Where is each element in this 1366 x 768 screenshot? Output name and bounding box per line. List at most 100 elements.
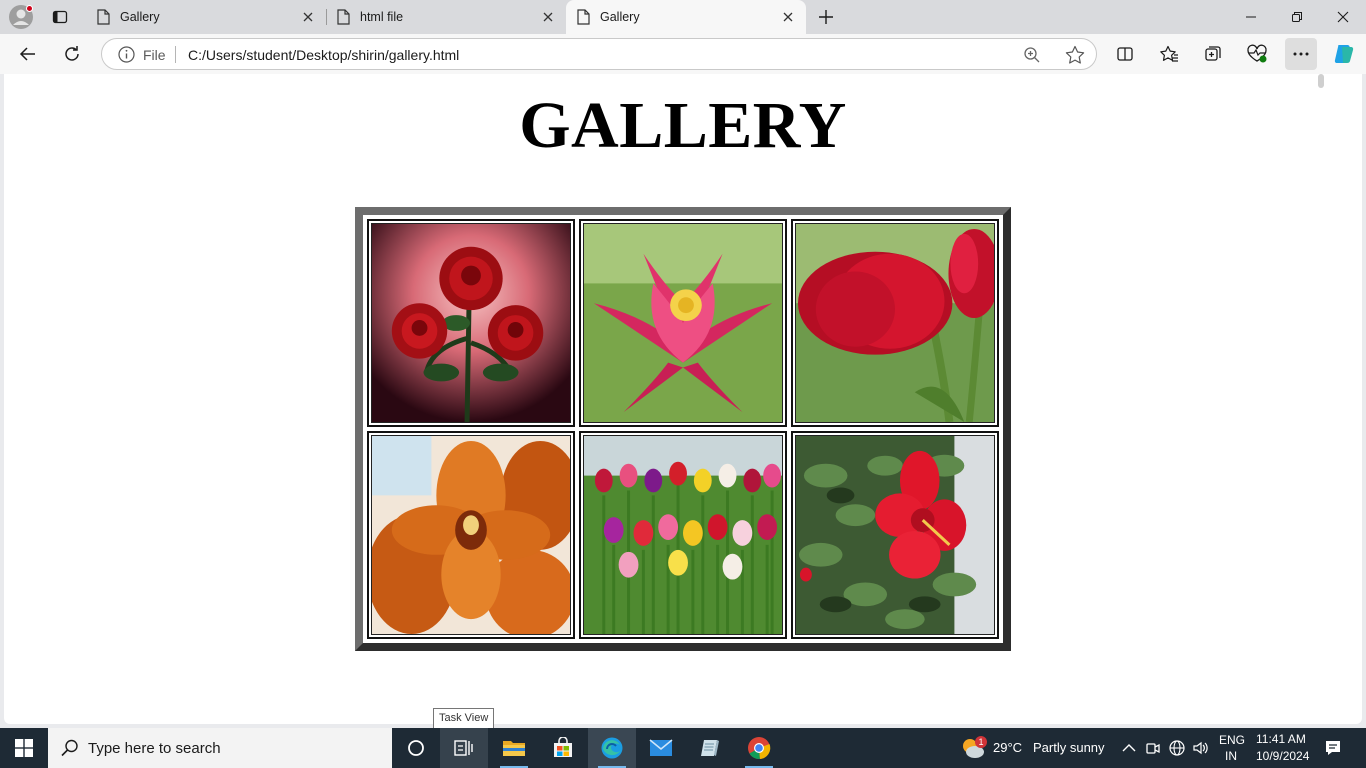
restore-button[interactable] — [1274, 0, 1320, 34]
cortana-button[interactable] — [392, 728, 440, 768]
heartbeat-icon — [1247, 44, 1267, 63]
language-region[interactable]: IN — [1225, 749, 1237, 763]
red-hibiscus-image — [795, 435, 995, 635]
more-dots-icon — [1293, 52, 1309, 56]
page-icon — [337, 9, 350, 25]
microsoft-store-button[interactable] — [539, 728, 587, 768]
language-code[interactable]: ENG — [1219, 733, 1245, 747]
task-view-button[interactable] — [440, 728, 488, 768]
close-window-button[interactable] — [1320, 0, 1366, 34]
tab-label: Gallery — [120, 10, 160, 24]
notepad-app-button[interactable] — [686, 728, 734, 768]
split-screen-icon — [1117, 47, 1133, 61]
weather-condition[interactable]: Partly sunny — [1033, 740, 1105, 755]
favorites-icon — [1160, 45, 1178, 62]
weather-badge: 1 — [975, 736, 987, 748]
red-tulips-image — [795, 223, 995, 423]
gallery-cell — [791, 219, 999, 427]
tab-actions-icon — [52, 10, 68, 24]
info-icon[interactable] — [118, 46, 135, 63]
store-bag-icon — [554, 737, 572, 757]
meet-now-icon[interactable] — [1144, 739, 1162, 757]
pink-lotus-image — [583, 223, 783, 423]
zoom-icon[interactable] — [1022, 45, 1042, 65]
browser-essentials-button[interactable] — [1241, 38, 1273, 70]
tulip-field-image — [583, 435, 783, 635]
new-tab-button[interactable] — [814, 5, 838, 29]
red-roses-image — [371, 223, 571, 423]
tab-actions-button[interactable] — [46, 5, 74, 29]
network-globe-icon[interactable] — [1168, 739, 1186, 757]
refresh-button[interactable] — [56, 38, 88, 70]
page-heading: GALLERY — [519, 89, 847, 162]
split-screen-button[interactable] — [1109, 38, 1141, 70]
notepad-icon — [701, 740, 719, 756]
clock-date[interactable]: 10/9/2024 — [1256, 749, 1309, 763]
title-bar: Gallery html file Gallery — [0, 0, 1366, 34]
plus-icon — [819, 10, 833, 24]
chrome-icon — [748, 737, 771, 760]
favorites-button[interactable] — [1153, 38, 1185, 70]
favorite-star-icon[interactable] — [1064, 44, 1086, 66]
tab-label: Gallery — [600, 10, 640, 24]
gallery-cell — [791, 431, 999, 639]
tab-1[interactable]: Gallery — [86, 0, 327, 34]
collections-button[interactable] — [1197, 38, 1229, 70]
site-scheme-label: File — [143, 47, 166, 63]
folder-icon — [503, 741, 525, 756]
settings-more-button[interactable] — [1285, 38, 1317, 70]
edge-browser-button[interactable] — [588, 728, 636, 768]
close-icon — [1337, 11, 1349, 23]
cortana-circle-icon — [408, 740, 424, 756]
clock-time[interactable]: 11:41 AM — [1256, 732, 1306, 746]
volume-icon[interactable] — [1192, 739, 1210, 757]
chevron-up-icon[interactable] — [1120, 739, 1138, 757]
minimize-icon — [1246, 16, 1256, 18]
start-button[interactable] — [0, 728, 48, 768]
profile-avatar[interactable] — [8, 4, 34, 30]
gallery-cell — [367, 219, 575, 427]
tab-label: html file — [360, 10, 404, 24]
collections-icon — [1205, 46, 1221, 61]
address-divider — [175, 46, 176, 63]
search-icon — [61, 739, 78, 757]
gallery-cell — [579, 219, 787, 427]
orange-orchids-image — [371, 435, 571, 635]
copilot-icon — [1334, 45, 1354, 63]
mail-button[interactable] — [637, 728, 685, 768]
taskbar-search-box[interactable]: Type here to search — [48, 728, 392, 768]
page-icon — [577, 9, 590, 25]
search-placeholder: Type here to search — [88, 739, 221, 757]
task-view-tooltip: Task View — [433, 708, 495, 729]
restore-icon — [1292, 12, 1302, 22]
refresh-icon — [65, 46, 79, 61]
tab-close-icon[interactable] — [540, 9, 556, 25]
windows-taskbar: Type here to search 1 29°C Partly sunny … — [0, 728, 1366, 768]
back-button[interactable] — [12, 38, 44, 70]
scrollbar-thumb[interactable] — [1318, 74, 1324, 88]
minimize-button[interactable] — [1228, 0, 1274, 34]
gallery-table — [355, 207, 1011, 651]
address-bar[interactable]: File C:/Users/student/Desktop/shirin/gal… — [101, 38, 1097, 70]
task-view-icon — [454, 740, 473, 756]
tab-close-icon[interactable] — [300, 9, 316, 25]
copilot-button[interactable] — [1328, 38, 1360, 70]
edge-icon — [601, 737, 623, 759]
tab-close-icon[interactable] — [780, 9, 796, 25]
notification-center-icon[interactable] — [1324, 739, 1342, 757]
weather-temperature[interactable]: 29°C — [993, 740, 1022, 755]
arrow-left-icon — [19, 47, 35, 61]
file-explorer-button[interactable] — [490, 728, 538, 768]
gallery-cell — [579, 431, 787, 639]
tab-2[interactable]: html file — [326, 0, 567, 34]
chrome-button[interactable] — [735, 728, 783, 768]
address-url[interactable]: C:/Users/student/Desktop/shirin/gallery.… — [188, 47, 459, 63]
page-icon — [97, 9, 110, 25]
page-viewport: GALLERY — [4, 74, 1362, 724]
notification-dot — [26, 5, 33, 12]
browser-toolbar: File C:/Users/student/Desktop/shirin/gal… — [0, 34, 1366, 74]
windows-logo-icon — [15, 739, 33, 757]
gallery-cell — [367, 431, 575, 639]
mail-envelope-icon — [649, 739, 673, 756]
tab-3-active[interactable]: Gallery — [566, 0, 806, 34]
